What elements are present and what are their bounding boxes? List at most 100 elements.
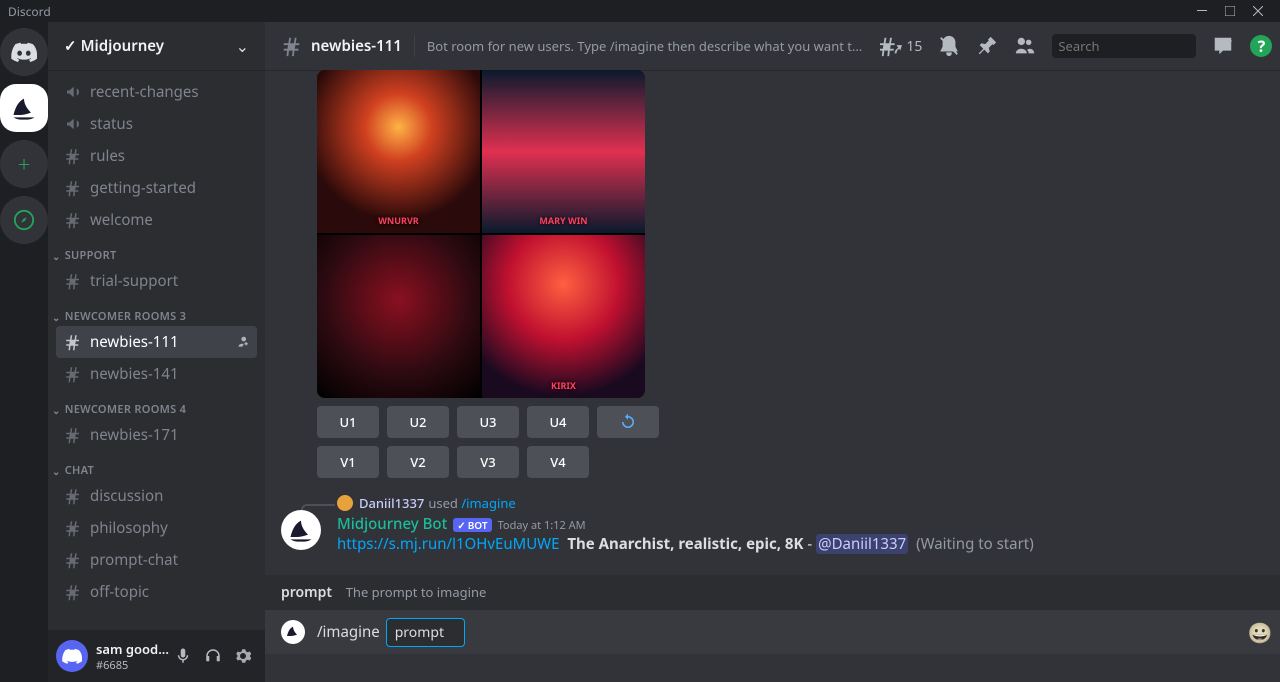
- discord-logo-icon: [62, 648, 82, 664]
- channel-label: discussion: [90, 486, 163, 506]
- settings-button[interactable]: [229, 642, 257, 670]
- inbox-icon: [1212, 35, 1234, 57]
- category-newcomer-rooms-3[interactable]: NEWCOMER ROOMS 3: [52, 309, 257, 324]
- composer-param-label: prompt: [395, 623, 444, 642]
- reply-context[interactable]: Daniil1337 used /imagine: [337, 494, 1272, 512]
- user-tag: #6685: [96, 658, 169, 673]
- channel-label: rules: [90, 146, 125, 166]
- channel-label: status: [90, 114, 133, 134]
- hash-icon: [64, 272, 82, 290]
- window-maximize[interactable]: [1216, 0, 1244, 22]
- message-author[interactable]: Midjourney Bot: [337, 514, 447, 534]
- hash-icon: [64, 487, 82, 505]
- channel-getting-started[interactable]: getting-started: [56, 172, 257, 204]
- pinned-button[interactable]: [976, 35, 998, 57]
- chevron-down-icon: ⌄: [236, 35, 249, 57]
- channel-recent-changes[interactable]: recent-changes: [56, 76, 257, 108]
- guild-bar: +: [0, 22, 48, 682]
- variation-v3[interactable]: V3: [457, 446, 519, 478]
- user-area: sam good... #6685: [48, 630, 265, 682]
- grid-image-2[interactable]: MARY WIN: [482, 70, 645, 233]
- category-support[interactable]: SUPPORT: [52, 248, 257, 263]
- channel-label: newbies-141: [90, 364, 179, 384]
- message-mention[interactable]: @Daniil1337: [816, 534, 908, 554]
- channel-off-topic[interactable]: off-topic: [56, 576, 257, 608]
- discord-logo-icon: [11, 42, 37, 62]
- message-composer[interactable]: /imagine prompt 😀: [265, 610, 1280, 654]
- variation-v4[interactable]: V4: [527, 446, 589, 478]
- channel-label: getting-started: [90, 178, 196, 198]
- compass-icon: [13, 209, 35, 231]
- variation-v1[interactable]: V1: [317, 446, 379, 478]
- help-button[interactable]: ?: [1250, 35, 1272, 57]
- server-header[interactable]: ✓Midjourney ⌄: [48, 22, 265, 70]
- members-icon: [1014, 35, 1036, 57]
- guild-midjourney[interactable]: [0, 84, 48, 132]
- user-avatar[interactable]: [56, 640, 88, 672]
- channel-rules[interactable]: rules: [56, 140, 257, 172]
- channel-label: philosophy: [90, 518, 168, 538]
- explore-servers-button[interactable]: [0, 196, 48, 244]
- hash-icon: [64, 426, 82, 444]
- upscale-u3[interactable]: U3: [457, 406, 519, 438]
- reply-command: /imagine: [461, 494, 515, 512]
- add-server-button[interactable]: +: [0, 140, 48, 188]
- mute-button[interactable]: [169, 642, 197, 670]
- hash-icon: [64, 333, 82, 351]
- category-chat[interactable]: CHAT: [52, 463, 257, 478]
- bot-avatar[interactable]: [281, 510, 321, 550]
- composer-param-input[interactable]: [448, 623, 456, 641]
- channel-prompt-chat[interactable]: prompt-chat: [56, 544, 257, 576]
- channel-philosophy[interactable]: philosophy: [56, 512, 257, 544]
- midjourney-logo-icon: [287, 516, 315, 544]
- channel-name: newbies-111: [311, 36, 402, 56]
- hint-description: The prompt to imagine: [346, 583, 487, 601]
- search-box[interactable]: [1052, 34, 1196, 58]
- window-close[interactable]: [1244, 0, 1272, 22]
- message-timestamp: Today at 1:12 AM: [498, 518, 586, 533]
- upscale-u2[interactable]: U2: [387, 406, 449, 438]
- upscale-u4[interactable]: U4: [527, 406, 589, 438]
- upscale-u1[interactable]: U1: [317, 406, 379, 438]
- channel-welcome[interactable]: welcome: [56, 204, 257, 236]
- category-newcomer-rooms-4[interactable]: NEWCOMER ROOMS 4: [52, 402, 257, 417]
- gear-icon: [234, 647, 252, 665]
- command-hint: prompt The prompt to imagine: [265, 575, 1280, 610]
- message-body: https://s.mj.run/l1OHvEuMUWE The Anarchi…: [337, 534, 1272, 555]
- channel-status[interactable]: status: [56, 108, 257, 140]
- variation-v2[interactable]: V2: [387, 446, 449, 478]
- add-person-icon[interactable]: [235, 335, 249, 349]
- channel-label: prompt-chat: [90, 550, 178, 570]
- refresh-icon: [619, 413, 637, 431]
- notifications-button[interactable]: [938, 35, 960, 57]
- discord-home[interactable]: [0, 28, 48, 76]
- channel-newbies-141[interactable]: newbies-141: [56, 358, 257, 390]
- message-link[interactable]: https://s.mj.run/l1OHvEuMUWE: [337, 534, 560, 554]
- window-minimize[interactable]: [1188, 0, 1216, 22]
- channel-discussion[interactable]: discussion: [56, 480, 257, 512]
- channel-trial-support[interactable]: trial-support: [56, 265, 257, 297]
- grid-image-1[interactable]: WNURVR: [317, 70, 480, 233]
- hash-icon: [64, 551, 82, 569]
- grid-image-3[interactable]: [317, 235, 480, 398]
- threads-button[interactable]: 15: [880, 35, 922, 57]
- channel-list[interactable]: recent-changes status rules getting-started…: [48, 70, 265, 630]
- channel-label: welcome: [90, 210, 153, 230]
- hash-icon: [64, 179, 82, 197]
- grid-image-4[interactable]: KIRIX: [482, 235, 645, 398]
- threads-icon: [880, 35, 902, 57]
- composer-param-chip[interactable]: prompt: [386, 618, 465, 647]
- message-list[interactable]: WNURVR MARY WIN KIRIX U1U2U3U4 V1V2V3V4 …: [265, 70, 1280, 682]
- channel-newbies-171[interactable]: newbies-171: [56, 419, 257, 451]
- pin-icon: [976, 35, 998, 57]
- inbox-button[interactable]: [1212, 35, 1234, 57]
- members-button[interactable]: [1014, 35, 1036, 57]
- channel-newbies-111[interactable]: newbies-111: [56, 326, 257, 358]
- verified-icon: ✓: [64, 36, 77, 56]
- announce-icon: [64, 83, 82, 101]
- emoji-button[interactable]: 😀: [1247, 619, 1272, 646]
- image-grid[interactable]: WNURVR MARY WIN KIRIX: [317, 70, 645, 398]
- deafen-button[interactable]: [199, 642, 227, 670]
- reroll-button[interactable]: [597, 406, 659, 438]
- channel-topic[interactable]: Bot room for new users. Type /imagine th…: [427, 37, 869, 55]
